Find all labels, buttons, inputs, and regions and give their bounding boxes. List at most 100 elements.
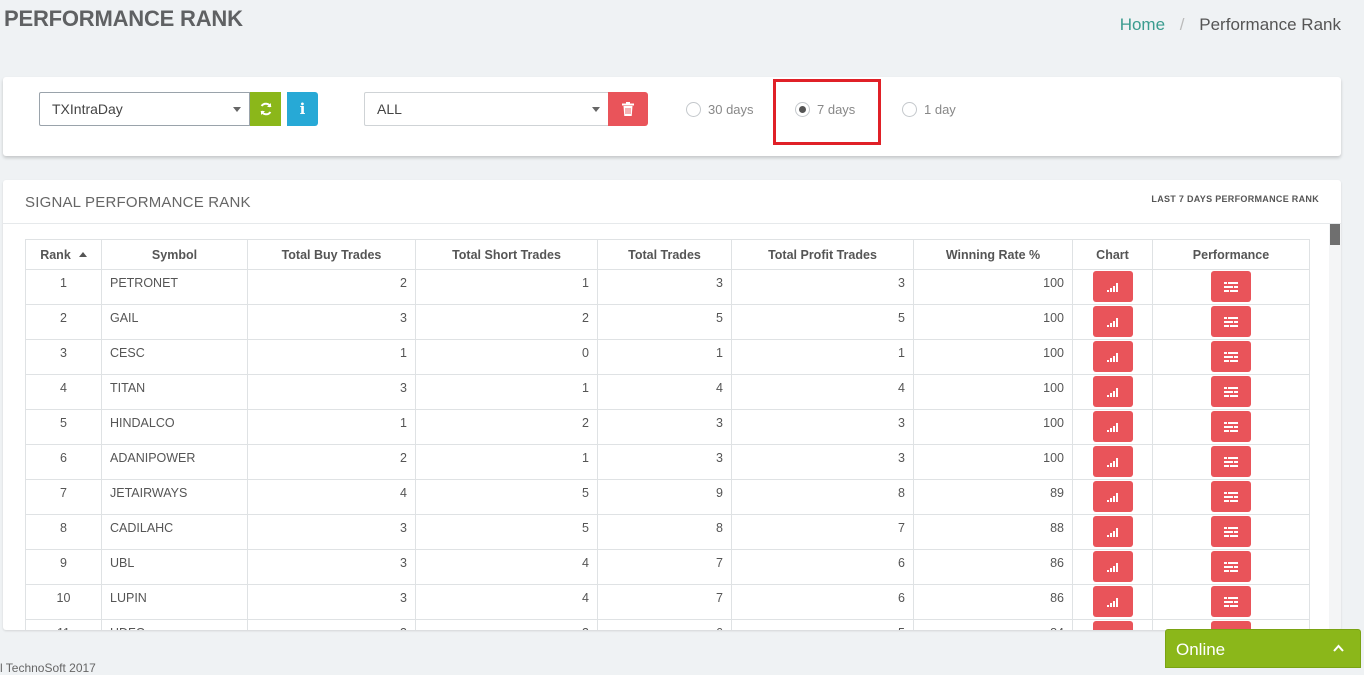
cell-total-buy-trades: 3 bbox=[247, 549, 416, 585]
cell-performance bbox=[1152, 269, 1310, 305]
cell-total-short-trades: 5 bbox=[415, 514, 598, 550]
performance-button[interactable] bbox=[1211, 306, 1251, 337]
cell-total-trades: 3 bbox=[597, 269, 732, 305]
cell-total-profit-trades: 3 bbox=[731, 444, 914, 480]
online-chat-bar[interactable]: Online bbox=[1165, 629, 1361, 668]
list-lines-icon bbox=[1224, 281, 1238, 292]
performance-button[interactable] bbox=[1211, 446, 1251, 477]
signal-bars-icon bbox=[1106, 527, 1118, 537]
list-lines-icon bbox=[1224, 316, 1238, 327]
column-header-total-buy-trades[interactable]: Total Buy Trades bbox=[247, 239, 416, 270]
list-lines-icon bbox=[1224, 526, 1238, 537]
delete-button[interactable] bbox=[608, 92, 648, 126]
period-label-1-day: 1 day bbox=[924, 102, 956, 117]
chart-button[interactable] bbox=[1092, 586, 1133, 617]
cell-performance bbox=[1152, 549, 1310, 585]
chart-button[interactable] bbox=[1092, 516, 1133, 547]
cell-total-short-trades: 2 bbox=[415, 409, 598, 445]
column-header-total-trades[interactable]: Total Trades bbox=[597, 239, 732, 270]
chart-button[interactable] bbox=[1092, 621, 1133, 630]
cell-symbol: PETRONET bbox=[101, 269, 248, 305]
cell-rank: 9 bbox=[25, 549, 102, 585]
column-header-winning-rate[interactable]: Winning Rate % bbox=[913, 239, 1073, 270]
refresh-icon bbox=[260, 102, 271, 116]
cell-symbol: JETAIRWAYS bbox=[101, 479, 248, 515]
scrollbar-thumb[interactable] bbox=[1330, 224, 1340, 245]
chart-button[interactable] bbox=[1092, 341, 1133, 372]
signal-bars-icon bbox=[1106, 597, 1118, 607]
cell-total-trades: 1 bbox=[597, 339, 732, 375]
cell-total-profit-trades: 5 bbox=[731, 619, 914, 630]
signal-bars-icon bbox=[1106, 492, 1118, 502]
cell-performance bbox=[1152, 339, 1310, 375]
cell-total-profit-trades: 6 bbox=[731, 549, 914, 585]
cell-total-profit-trades: 6 bbox=[731, 584, 914, 620]
info-button[interactable]: i bbox=[287, 92, 318, 126]
performance-button[interactable] bbox=[1211, 516, 1251, 547]
performance-button[interactable] bbox=[1211, 376, 1251, 407]
cell-rank: 11 bbox=[25, 619, 102, 630]
cell-total-short-trades: 1 bbox=[415, 374, 598, 410]
cell-winning-rate: 86 bbox=[913, 549, 1073, 585]
cell-total-short-trades: 4 bbox=[415, 584, 598, 620]
highlight-annotation-box bbox=[773, 79, 881, 145]
cell-total-profit-trades: 4 bbox=[731, 374, 914, 410]
cell-symbol: HINDALCO bbox=[101, 409, 248, 445]
cell-winning-rate: 84 bbox=[913, 619, 1073, 630]
signal-bars-icon bbox=[1106, 387, 1118, 397]
strategy-select[interactable]: TXIntraDay bbox=[39, 92, 250, 126]
chart-button[interactable] bbox=[1092, 551, 1133, 582]
cell-total-buy-trades: 3 bbox=[247, 374, 416, 410]
cell-winning-rate: 86 bbox=[913, 584, 1073, 620]
chart-button[interactable] bbox=[1092, 306, 1133, 337]
cell-total-profit-trades: 3 bbox=[731, 269, 914, 305]
cell-winning-rate: 100 bbox=[913, 409, 1073, 445]
chart-button[interactable] bbox=[1092, 271, 1133, 302]
chart-button[interactable] bbox=[1092, 376, 1133, 407]
signal-bars-icon bbox=[1106, 317, 1118, 327]
performance-button[interactable] bbox=[1211, 586, 1251, 617]
chart-button[interactable] bbox=[1092, 446, 1133, 477]
cell-winning-rate: 100 bbox=[913, 374, 1073, 410]
table-row: 9 UBL 3 4 7 6 86 bbox=[25, 549, 1310, 585]
column-header-rank[interactable]: Rank bbox=[25, 239, 102, 270]
performance-button[interactable] bbox=[1211, 271, 1251, 302]
cell-total-buy-trades: 1 bbox=[247, 339, 416, 375]
cell-winning-rate: 88 bbox=[913, 514, 1073, 550]
info-icon: i bbox=[299, 100, 306, 118]
breadcrumb-home-link[interactable]: Home bbox=[1120, 15, 1165, 34]
performance-table: Rank Symbol Total Buy Trades Total Short… bbox=[25, 239, 1310, 630]
cell-chart bbox=[1072, 549, 1153, 585]
cell-symbol: CADILAHC bbox=[101, 514, 248, 550]
cell-chart bbox=[1072, 339, 1153, 375]
chart-button[interactable] bbox=[1092, 481, 1133, 512]
chevron-down-icon bbox=[233, 107, 241, 112]
period-label-30-days: 30 days bbox=[708, 102, 754, 117]
scrollbar-track[interactable] bbox=[1329, 224, 1341, 630]
cell-total-trades: 4 bbox=[597, 374, 732, 410]
refresh-button[interactable] bbox=[250, 92, 281, 126]
performance-button[interactable] bbox=[1211, 481, 1251, 512]
cell-total-buy-trades: 1 bbox=[247, 409, 416, 445]
period-radio-30-days[interactable]: 30 days bbox=[686, 102, 754, 117]
table-row: 2 GAIL 3 2 5 5 100 bbox=[25, 304, 1310, 340]
cell-total-buy-trades: 3 bbox=[247, 514, 416, 550]
chart-button[interactable] bbox=[1092, 411, 1133, 442]
cell-total-trades: 6 bbox=[597, 619, 732, 630]
performance-button[interactable] bbox=[1211, 411, 1251, 442]
cell-rank: 4 bbox=[25, 374, 102, 410]
table-row: 1 PETRONET 2 1 3 3 100 bbox=[25, 269, 1310, 305]
cell-total-short-trades: 5 bbox=[415, 479, 598, 515]
period-radio-1-day[interactable]: 1 day bbox=[902, 102, 956, 117]
column-header-symbol[interactable]: Symbol bbox=[101, 239, 248, 270]
radio-unchecked-icon bbox=[686, 102, 701, 117]
symbol-select[interactable]: ALL bbox=[364, 92, 609, 126]
cell-symbol: ADANIPOWER bbox=[101, 444, 248, 480]
signal-bars-icon bbox=[1106, 562, 1118, 572]
performance-button[interactable] bbox=[1211, 551, 1251, 582]
column-header-total-profit-trades[interactable]: Total Profit Trades bbox=[731, 239, 914, 270]
cell-performance bbox=[1152, 514, 1310, 550]
cell-total-trades: 7 bbox=[597, 549, 732, 585]
column-header-total-short-trades[interactable]: Total Short Trades bbox=[415, 239, 598, 270]
performance-button[interactable] bbox=[1211, 341, 1251, 372]
